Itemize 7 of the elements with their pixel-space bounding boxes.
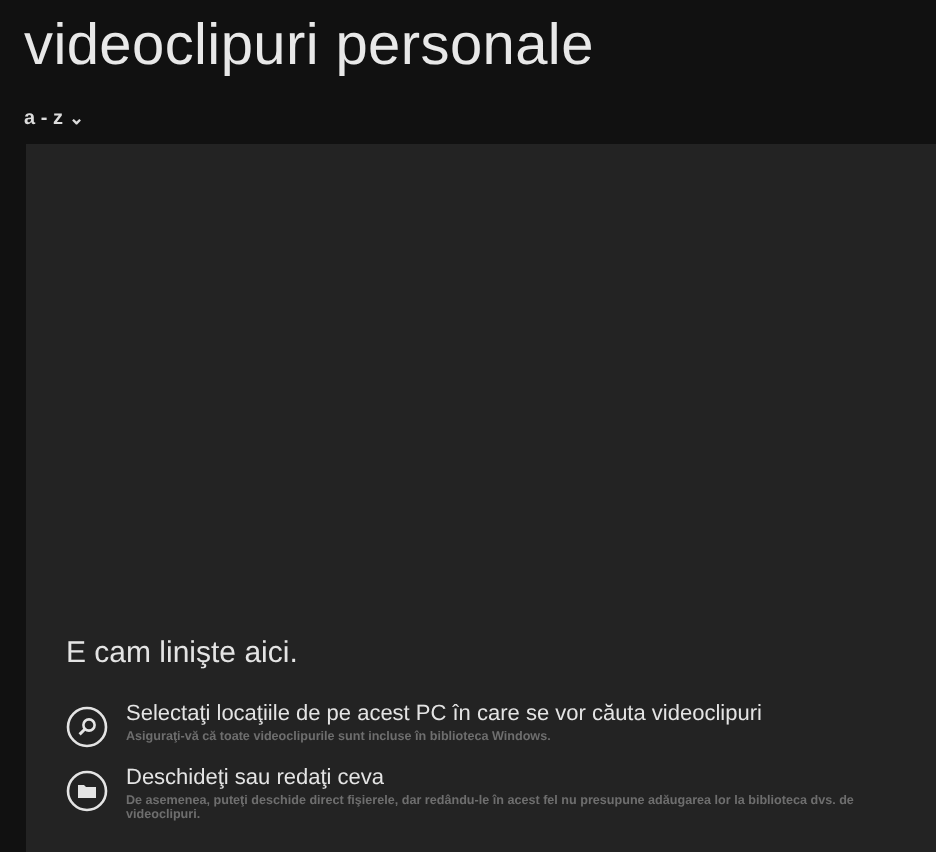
sort-dropdown[interactable]: a - z ⌄: [24, 108, 85, 130]
action-title[interactable]: Selectaţi locaţiile de pe acest PC în care se vor căuta videoclipuri: [126, 702, 762, 726]
empty-message: E cam linişte aici.: [66, 636, 300, 670]
search-icon[interactable]: [66, 706, 108, 748]
action-title[interactable]: Deschideţi sau redaţi ceva: [126, 766, 920, 790]
page-title: videoclipuri personale: [24, 12, 596, 82]
folder-icon[interactable]: [66, 770, 108, 812]
